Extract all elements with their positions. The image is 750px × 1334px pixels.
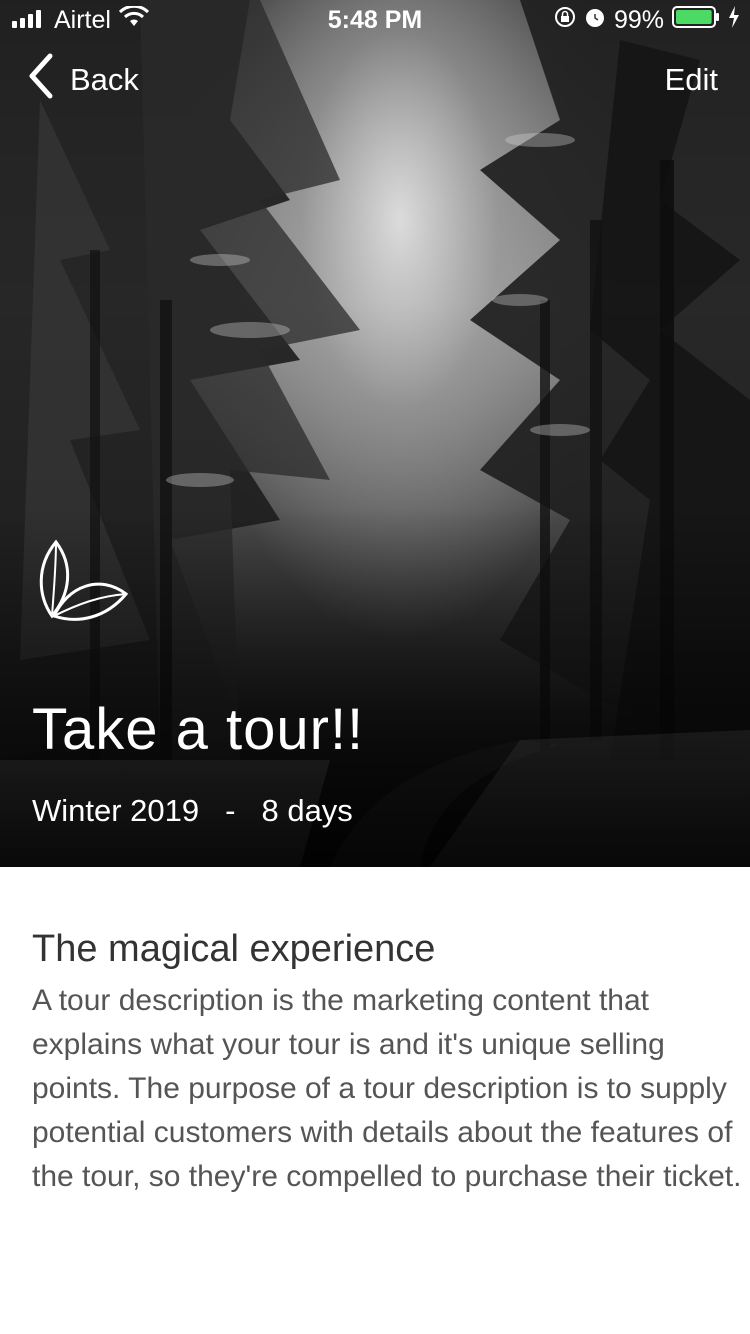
tour-meta: Winter 2019 - 8 days [32,793,353,829]
navigation-bar: Back Edit [0,52,750,108]
tour-details: The magical experience A tour descriptio… [32,928,744,1199]
back-button[interactable]: Back [26,52,139,108]
leaf-icon [34,536,130,622]
section-title: The magical experience [32,928,436,970]
status-bar: Airtel 5:48 PM 99% [0,0,750,40]
chevron-left-icon [26,52,56,108]
back-label: Back [70,62,139,97]
tour-description: A tour description is the marketing cont… [32,984,742,1193]
hero-image: Airtel 5:48 PM 99% Back Edit Take a tour… [0,0,750,867]
charging-bolt-icon [728,6,740,35]
orientation-lock-icon [554,6,576,35]
tour-title: Take a tour!! [32,697,365,762]
tour-season: Winter 2019 [32,793,200,828]
battery-percent: 99% [613,6,664,34]
meta-separator: - [225,793,236,828]
battery-icon [672,6,720,35]
tour-duration: 8 days [261,793,353,828]
edit-button[interactable]: Edit [665,62,718,98]
alarm-icon [584,6,606,35]
